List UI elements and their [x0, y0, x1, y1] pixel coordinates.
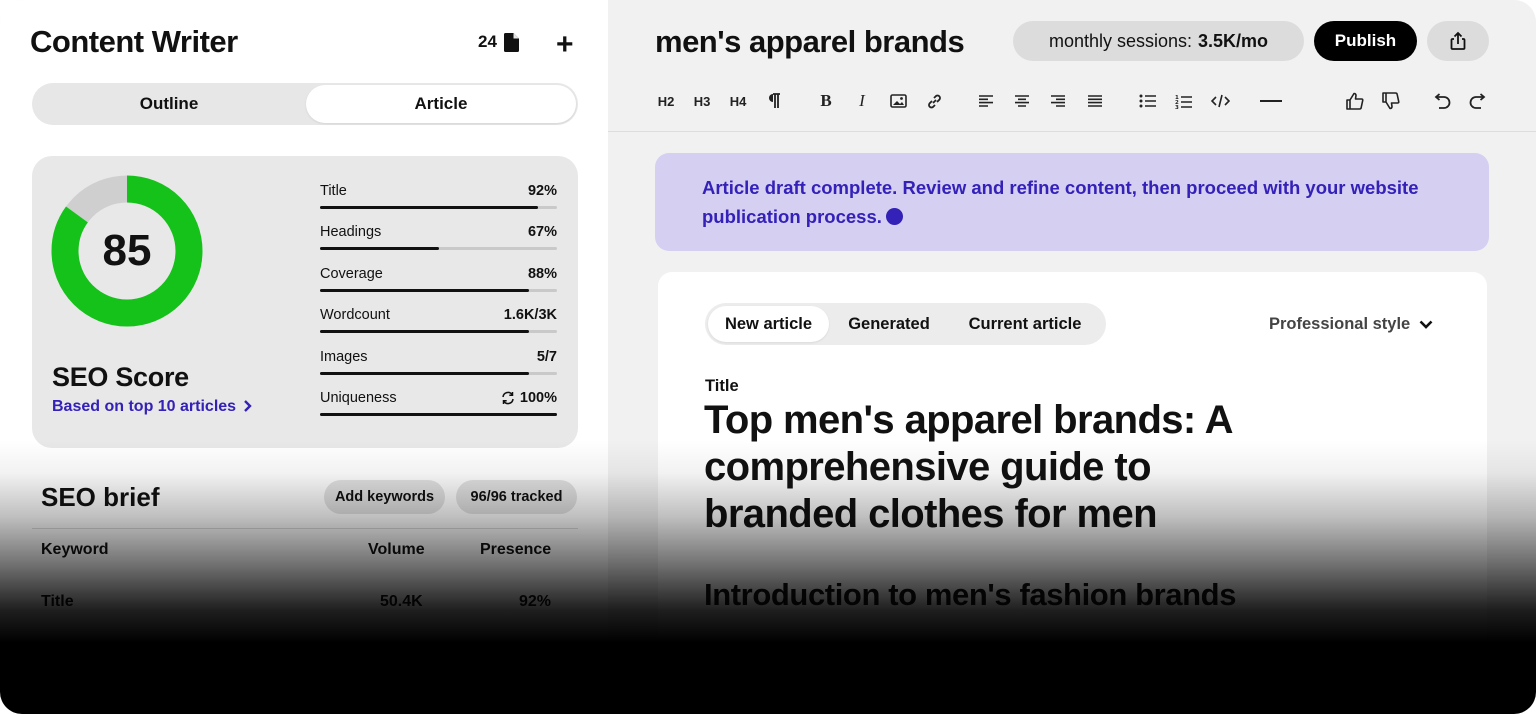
metric-label: Images	[320, 349, 368, 365]
metric-bar	[320, 330, 529, 333]
horizontal-rule-icon[interactable]	[1260, 90, 1282, 112]
thumbs-up-icon[interactable]	[1345, 90, 1365, 112]
italic-icon[interactable]: I	[853, 90, 871, 112]
metric-bar	[320, 372, 529, 375]
metric-bar	[320, 247, 439, 250]
writing-style-select[interactable]: Professional style	[1269, 315, 1433, 334]
image-icon[interactable]	[888, 90, 908, 112]
add-keywords-button[interactable]: Add keywords	[324, 480, 445, 514]
metric-headings: Headings 67%	[320, 224, 557, 254]
left-panel: Content Writer 24 + Outline Article 85 S…	[0, 0, 608, 714]
editor-toolbar: H2 H3 H4 B I 1 2 3	[608, 86, 1536, 116]
banner-text: Article draft complete. Review and refin…	[702, 177, 1419, 227]
writing-style-value: Professional style	[1269, 315, 1411, 333]
thumbs-down-icon[interactable]	[1381, 90, 1401, 112]
tracked-keywords-badge[interactable]: 96/96 tracked	[456, 480, 577, 514]
sessions-label: monthly sessions:	[1048, 30, 1193, 51]
chevron-right-icon	[243, 400, 252, 412]
mode-toggle: Outline Article	[32, 83, 578, 125]
metric-value: 88%	[527, 266, 557, 282]
seo-score-card: 85 SEO Score Based on top 10 articles Ti…	[32, 156, 578, 448]
heading4-button[interactable]: H4	[727, 90, 749, 112]
chevron-down-icon	[1419, 320, 1433, 329]
paragraph-icon[interactable]	[765, 90, 783, 112]
metric-label: Headings	[320, 224, 382, 240]
tab-new-article[interactable]: New article	[708, 306, 829, 342]
tab-generated[interactable]: Generated	[833, 306, 945, 342]
publish-button[interactable]: Publish	[1314, 21, 1417, 61]
seo-score-label: SEO Score	[52, 362, 189, 392]
mode-outline-button[interactable]: Outline	[34, 85, 304, 123]
metric-uniqueness: Uniqueness 100%	[320, 390, 557, 420]
metric-value: 5/7	[536, 349, 557, 365]
divider	[32, 528, 578, 529]
app-window: Content Writer 24 + Outline Article 85 S…	[0, 0, 1536, 714]
metric-images: Images 5/7	[320, 349, 557, 379]
code-icon[interactable]	[1210, 90, 1230, 112]
monthly-sessions-badge: monthly sessions: 3.5K/mo	[1013, 21, 1304, 61]
bold-icon[interactable]: B	[817, 90, 835, 112]
right-panel: men's apparel brands monthly sessions: 3…	[608, 0, 1536, 714]
align-justify-icon[interactable]	[1086, 90, 1104, 112]
metric-label: Uniqueness	[320, 390, 397, 406]
refresh-icon[interactable]	[501, 391, 515, 405]
metric-coverage: Coverage 88%	[320, 266, 557, 296]
metric-label: Title	[320, 183, 347, 199]
metric-bar	[320, 413, 557, 416]
article-section-heading[interactable]: Introduction to men's fashion brands	[704, 577, 1236, 613]
title-field-label: Title	[705, 377, 739, 395]
based-on-link-text: Based on top 10 articles	[52, 398, 237, 415]
status-dot-icon	[885, 208, 903, 225]
metric-bar	[320, 289, 529, 292]
document-title: men's apparel brands	[655, 24, 965, 59]
mode-article-button[interactable]: Article	[306, 85, 576, 123]
redo-icon[interactable]	[1468, 90, 1488, 112]
seo-brief-title: SEO brief	[41, 482, 160, 512]
article-version-tabs: New article Generated Current article	[705, 303, 1106, 345]
tab-current-article[interactable]: Current article	[950, 306, 1100, 342]
link-icon[interactable]	[924, 90, 944, 112]
align-right-icon[interactable]	[1049, 90, 1067, 112]
presence-cell: 92%	[519, 593, 552, 610]
column-header-keyword[interactable]: Keyword	[41, 541, 109, 559]
metric-value: 67%	[527, 224, 557, 240]
numbered-list-icon[interactable]: 123	[1174, 90, 1194, 112]
bullet-list-icon[interactable]	[1138, 90, 1158, 112]
sessions-value: 3.5K/mo	[1198, 30, 1269, 51]
heading3-button[interactable]: H3	[691, 90, 713, 112]
metric-value: 100%	[519, 390, 557, 406]
undo-icon[interactable]	[1432, 90, 1452, 112]
seo-score-value: 85	[102, 226, 152, 275]
metric-value: 92%	[527, 183, 557, 199]
share-icon	[1450, 31, 1466, 50]
volume-cell: 50.4K	[380, 593, 423, 610]
metric-label: Coverage	[320, 266, 383, 282]
share-button[interactable]	[1427, 21, 1489, 61]
heading2-button[interactable]: H2	[655, 90, 677, 112]
article-title[interactable]: Top men's apparel brands: A comprehensiv…	[704, 397, 1264, 538]
document-count-value: 24	[478, 32, 497, 51]
column-header-volume[interactable]: Volume	[368, 541, 425, 559]
divider	[608, 131, 1536, 132]
draft-complete-banner: Article draft complete. Review and refin…	[655, 153, 1489, 251]
metric-wordcount: Wordcount 1.6K/3K	[320, 307, 557, 337]
metric-label: Wordcount	[320, 307, 390, 323]
keyword-cell: Title	[41, 593, 74, 610]
document-icon	[503, 32, 519, 52]
document-count[interactable]: 24	[478, 32, 519, 52]
metric-bar	[320, 206, 539, 209]
app-title: Content Writer	[30, 24, 238, 59]
align-center-icon[interactable]	[1013, 90, 1031, 112]
metric-title: Title 92%	[320, 183, 557, 213]
based-on-top-articles-link[interactable]: Based on top 10 articles	[52, 398, 252, 416]
column-header-presence[interactable]: Presence	[480, 541, 551, 559]
plus-icon[interactable]: +	[556, 30, 574, 60]
article-editor: New article Generated Current article Pr…	[658, 272, 1487, 714]
align-left-icon[interactable]	[977, 90, 995, 112]
metric-value: 1.6K/3K	[503, 307, 557, 323]
svg-text:3: 3	[1175, 105, 1179, 109]
